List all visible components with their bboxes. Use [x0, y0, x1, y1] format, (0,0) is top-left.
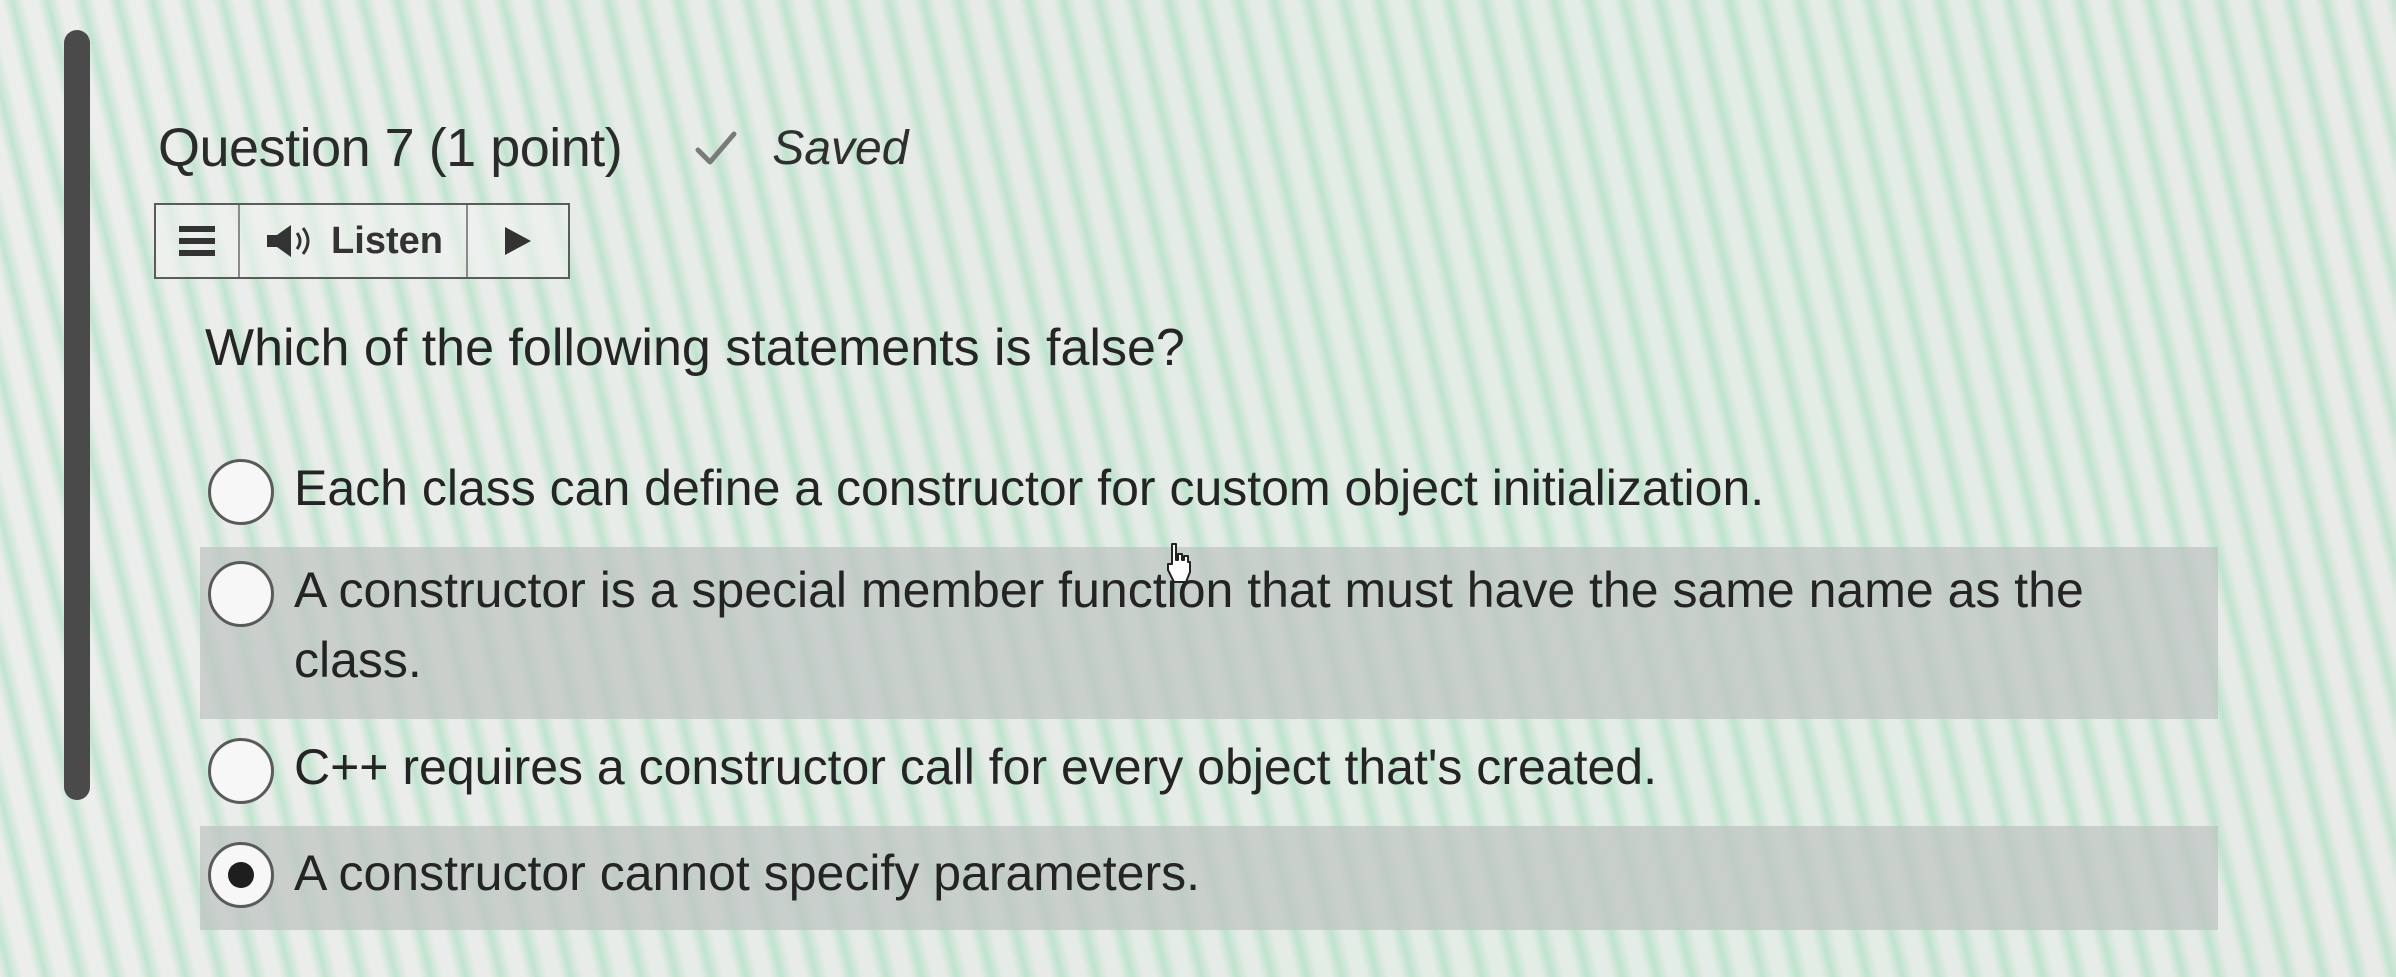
answer-option-selected[interactable]: A constructor cannot specify parameters.	[200, 826, 2218, 930]
answer-option[interactable]: A constructor is a special member functi…	[200, 547, 2218, 719]
radio-button[interactable]	[208, 561, 274, 627]
listen-label: Listen	[331, 219, 443, 262]
listen-toolbar: Listen	[154, 203, 570, 279]
speaker-icon	[267, 225, 310, 257]
answer-option-label[interactable]: A constructor is a special member functi…	[294, 555, 2218, 695]
check-icon	[695, 131, 737, 165]
question-header: Question 7 (1 point) Saved	[158, 108, 908, 188]
saved-label: Saved	[772, 121, 909, 175]
question-left-indicator-bar	[64, 30, 90, 800]
listen-menu-button[interactable]	[156, 205, 240, 277]
answer-option[interactable]: Each class can define a constructor for …	[200, 455, 2218, 541]
hamburger-menu-icon	[179, 226, 215, 256]
radio-selected-dot	[228, 862, 254, 888]
radio-button[interactable]	[208, 738, 274, 804]
answer-option-label[interactable]: A constructor cannot specify parameters.	[294, 838, 1220, 908]
play-button[interactable]	[468, 205, 568, 277]
radio-button-selected[interactable]	[208, 842, 274, 908]
answer-option-label[interactable]: Each class can define a constructor for …	[294, 453, 1784, 523]
question-title-group: Question 7 (1 point)	[158, 117, 623, 179]
radio-button[interactable]	[208, 459, 274, 525]
question-title: Question 7	[158, 118, 415, 178]
question-prompt: Which of the following statements is fal…	[205, 319, 1185, 377]
answer-option[interactable]: C++ requires a constructor call for ever…	[200, 730, 2218, 816]
listen-button[interactable]: Listen	[240, 205, 468, 277]
answer-option-label[interactable]: C++ requires a constructor call for ever…	[294, 732, 1677, 802]
hand-pointer-cursor-icon	[1167, 543, 1191, 583]
play-icon	[505, 227, 531, 255]
saved-status: Saved	[694, 121, 908, 176]
question-points: (1 point)	[428, 118, 623, 178]
